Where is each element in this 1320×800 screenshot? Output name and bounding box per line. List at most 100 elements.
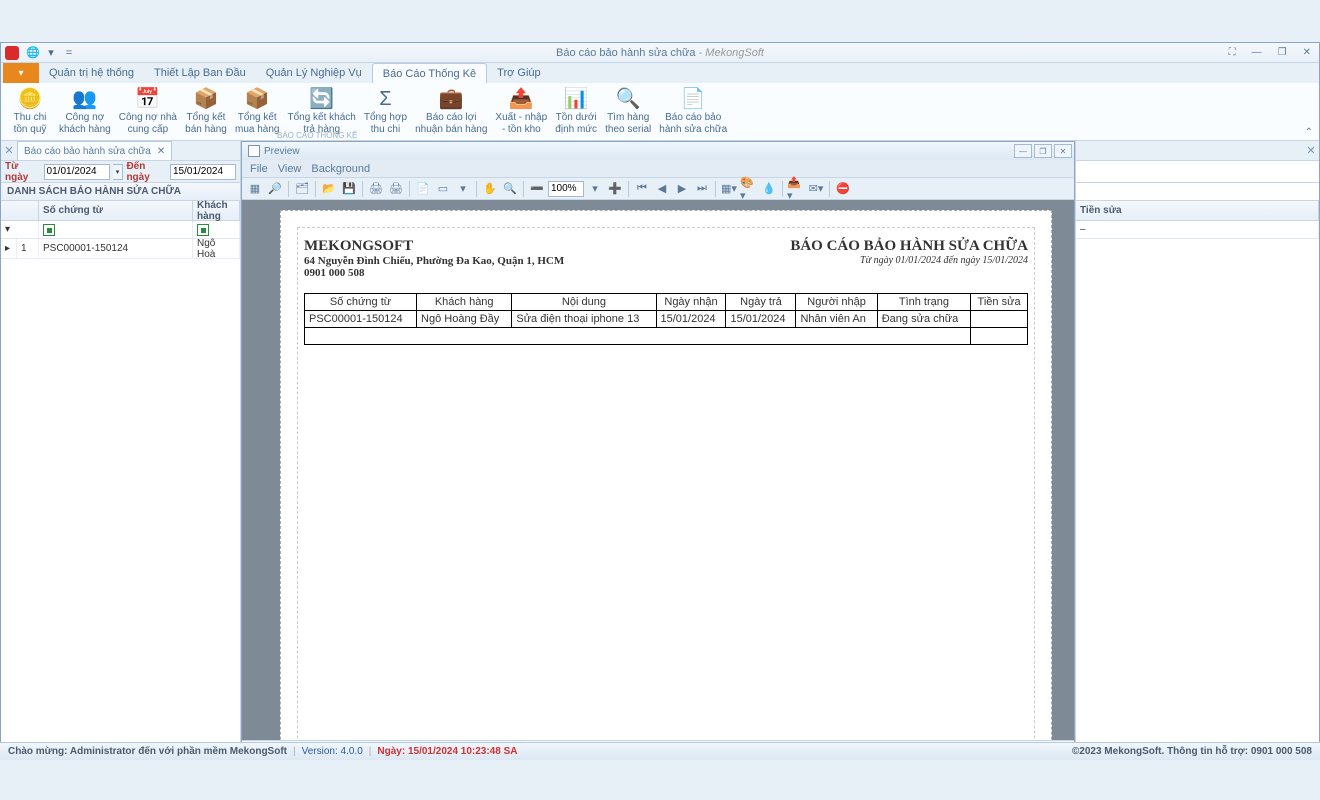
main-area: Preview — ❐ ✕ File View Background ▦ 🔎	[241, 141, 1075, 759]
table-row[interactable]: ▸ 1 PSC00001-150124 Ngô Hoà	[1, 239, 240, 259]
col-tiensua[interactable]: Tiền sửa	[1076, 201, 1319, 220]
ribbon-minimize-icon[interactable]: ⌃	[1305, 127, 1313, 138]
menu-tab-help[interactable]: Trợ Giúp	[487, 63, 550, 83]
prev-icon[interactable]: ◀	[653, 180, 671, 198]
menu-tab-reports[interactable]: Báo Cáo Thống Kê	[372, 63, 487, 83]
preview-menu: File View Background	[242, 160, 1074, 178]
zoom-dd-icon[interactable]: ▾	[586, 180, 604, 198]
preview-title-text: Preview	[264, 146, 300, 157]
zoomout-icon[interactable]: ➖	[528, 180, 546, 198]
rpt-col: Ngày nhận	[656, 294, 726, 311]
preview-minimize-icon[interactable]: —	[1014, 144, 1032, 158]
report-page: MEKONGSOFT 64 Nguyễn Đình Chiểu, Phường …	[280, 210, 1052, 740]
restore-icon[interactable]: ❐	[1274, 47, 1291, 58]
close-preview-icon[interactable]: ⛔	[834, 180, 852, 198]
dropdown-icon[interactable]: ▾	[43, 45, 59, 61]
filter-sochungtu[interactable]	[39, 221, 193, 238]
globe-icon[interactable]: 🌐	[25, 45, 41, 61]
close-right-tab-icon[interactable]: ✕	[1303, 141, 1319, 160]
pagesetup-icon[interactable]: 📄	[414, 180, 432, 198]
col-index[interactable]	[1, 201, 39, 220]
ribbon-icon: 📅	[136, 87, 160, 111]
collapse-icon[interactable]: ⛶	[1225, 47, 1240, 58]
ribbon-btn-6[interactable]: ΣTổng hợpthu chi	[360, 85, 411, 137]
multipage-icon[interactable]: ▦▾	[720, 180, 738, 198]
save-icon[interactable]: 💾	[340, 180, 358, 198]
ribbon-icon: Σ	[373, 87, 397, 111]
ribbon-group-label: BÁO CÁO THỐNG KÊ	[277, 131, 357, 140]
ribbon-btn-7[interactable]: 💼Báo cáo lợinhuận bán hàng	[411, 85, 491, 137]
color-icon[interactable]: 🎨▾	[740, 180, 758, 198]
filter-khachhang[interactable]	[193, 221, 240, 238]
mail-icon[interactable]: ✉▾	[807, 180, 825, 198]
file-button[interactable]: ▾	[3, 63, 39, 83]
ribbon-btn-1[interactable]: 👥Công nợkhách hàng	[55, 85, 115, 137]
ribbon-btn-9[interactable]: 📊Tồn dướiđịnh mức	[551, 85, 601, 137]
right-pane: ✕ Tiền sửa –	[1075, 141, 1319, 759]
ribbon-btn-5[interactable]: 🔄Tổng kết kháchtrả hàng	[283, 85, 359, 137]
minimize-icon[interactable]: —	[1248, 47, 1266, 58]
pv-menu-view[interactable]: View	[278, 163, 302, 175]
from-date-dropdown-icon[interactable]: ▾	[113, 164, 124, 180]
pv-menu-background[interactable]: Background	[311, 163, 370, 175]
params-icon[interactable]: 🗂	[293, 180, 311, 198]
menu-tab-business[interactable]: Quản Lý Nghiệp Vụ	[256, 63, 372, 83]
company-block: MEKONGSOFT 64 Nguyễn Đình Chiểu, Phường …	[304, 238, 564, 279]
right-spacer	[1076, 161, 1319, 183]
scale-icon[interactable]: ▾	[454, 180, 472, 198]
watermark-icon[interactable]: 💧	[760, 180, 778, 198]
open-icon[interactable]: 📂	[320, 180, 338, 198]
ribbon-icon: 👥	[73, 87, 97, 111]
preview-restore-icon[interactable]: ❐	[1034, 144, 1052, 158]
thumbnail-icon[interactable]: ▦	[246, 180, 264, 198]
preview-canvas[interactable]: MEKONGSOFT 64 Nguyễn Đình Chiểu, Phường …	[242, 200, 1074, 740]
ribbon-btn-0[interactable]: 🪙Thu chitồn quỹ	[5, 85, 55, 137]
ribbon-icon: 🪙	[18, 87, 42, 111]
row-sochungtu: PSC00001-150124	[39, 239, 193, 258]
rpt-row: PSC00001-150124Ngô Hoàng ĐầySửa điện tho…	[305, 311, 1028, 328]
col-sochungtu[interactable]: Số chứng từ	[39, 201, 193, 220]
last-icon[interactable]: ⏭	[693, 180, 711, 198]
menu-tab-setup[interactable]: Thiết Lập Ban Đầu	[144, 63, 256, 83]
close-all-tabs-icon[interactable]: ✕	[1, 141, 17, 160]
ribbon: 🪙Thu chitồn quỹ👥Công nợkhách hàng📅Công n…	[1, 83, 1319, 141]
quickprint-icon[interactable]: 🖨	[387, 180, 405, 198]
status-version: Version: 4.0.0	[302, 746, 363, 757]
to-date-input[interactable]	[170, 164, 236, 180]
ribbon-btn-10[interactable]: 🔍Tìm hàngtheo serial	[601, 85, 655, 137]
find-icon[interactable]: 🔎	[266, 180, 284, 198]
ribbon-btn-8[interactable]: 📤Xuất - nhập- tồn kho	[491, 85, 551, 137]
from-date-input[interactable]	[44, 164, 110, 180]
zoom-input[interactable]	[548, 181, 584, 197]
window-controls: ⛶ — ❐ ✕	[1225, 47, 1315, 58]
ribbon-btn-11[interactable]: 📄Báo cáo bảohành sửa chữa	[655, 85, 731, 137]
header-icon[interactable]: ▭	[434, 180, 452, 198]
ribbon-btn-2[interactable]: 📅Công nợ nhàcung cấp	[115, 85, 181, 137]
menu-tab-system[interactable]: Quản trị hệ thống	[39, 63, 144, 83]
ribbon-icon: 🔄	[310, 87, 334, 111]
first-icon[interactable]: ⏮	[633, 180, 651, 198]
status-copyright: ©2023 MekongSoft. Thông tin hỗ trợ: 0901…	[1072, 746, 1312, 757]
menu-bar: ▾ Quản trị hệ thống Thiết Lập Ban Đầu Qu…	[1, 63, 1319, 83]
close-tab-icon[interactable]: ✕	[157, 146, 165, 157]
close-icon[interactable]: ✕	[1299, 47, 1315, 58]
ribbon-icon: 📤	[509, 87, 533, 111]
hand-icon[interactable]: ✋	[481, 180, 499, 198]
preview-window: Preview — ❐ ✕ File View Background ▦ 🔎	[241, 141, 1075, 759]
grid-header: Số chứng từ Khách hàng	[1, 201, 240, 221]
to-label: Đến ngày	[126, 161, 167, 183]
next-icon[interactable]: ▶	[673, 180, 691, 198]
export-icon[interactable]: 📤▾	[787, 180, 805, 198]
rpt-col: Tiền sửa	[971, 294, 1028, 311]
right-filter-cell[interactable]: –	[1076, 221, 1319, 238]
magnifier-icon[interactable]: 🔍	[501, 180, 519, 198]
zoomin-icon[interactable]: ➕	[606, 180, 624, 198]
ribbon-btn-3[interactable]: 📦Tổng kếtbán hàng	[181, 85, 231, 137]
doc-tab-warranty[interactable]: Báo cáo bảo hành sửa chữa ✕	[17, 141, 172, 160]
preview-close-icon[interactable]: ✕	[1054, 144, 1072, 158]
ribbon-btn-4[interactable]: 📦Tổng kếtmua hàng	[231, 85, 283, 137]
print-icon[interactable]: 🖨	[367, 180, 385, 198]
pv-menu-file[interactable]: File	[250, 163, 268, 175]
col-khachhang[interactable]: Khách hàng	[193, 201, 240, 220]
app-logo-icon	[5, 46, 19, 60]
